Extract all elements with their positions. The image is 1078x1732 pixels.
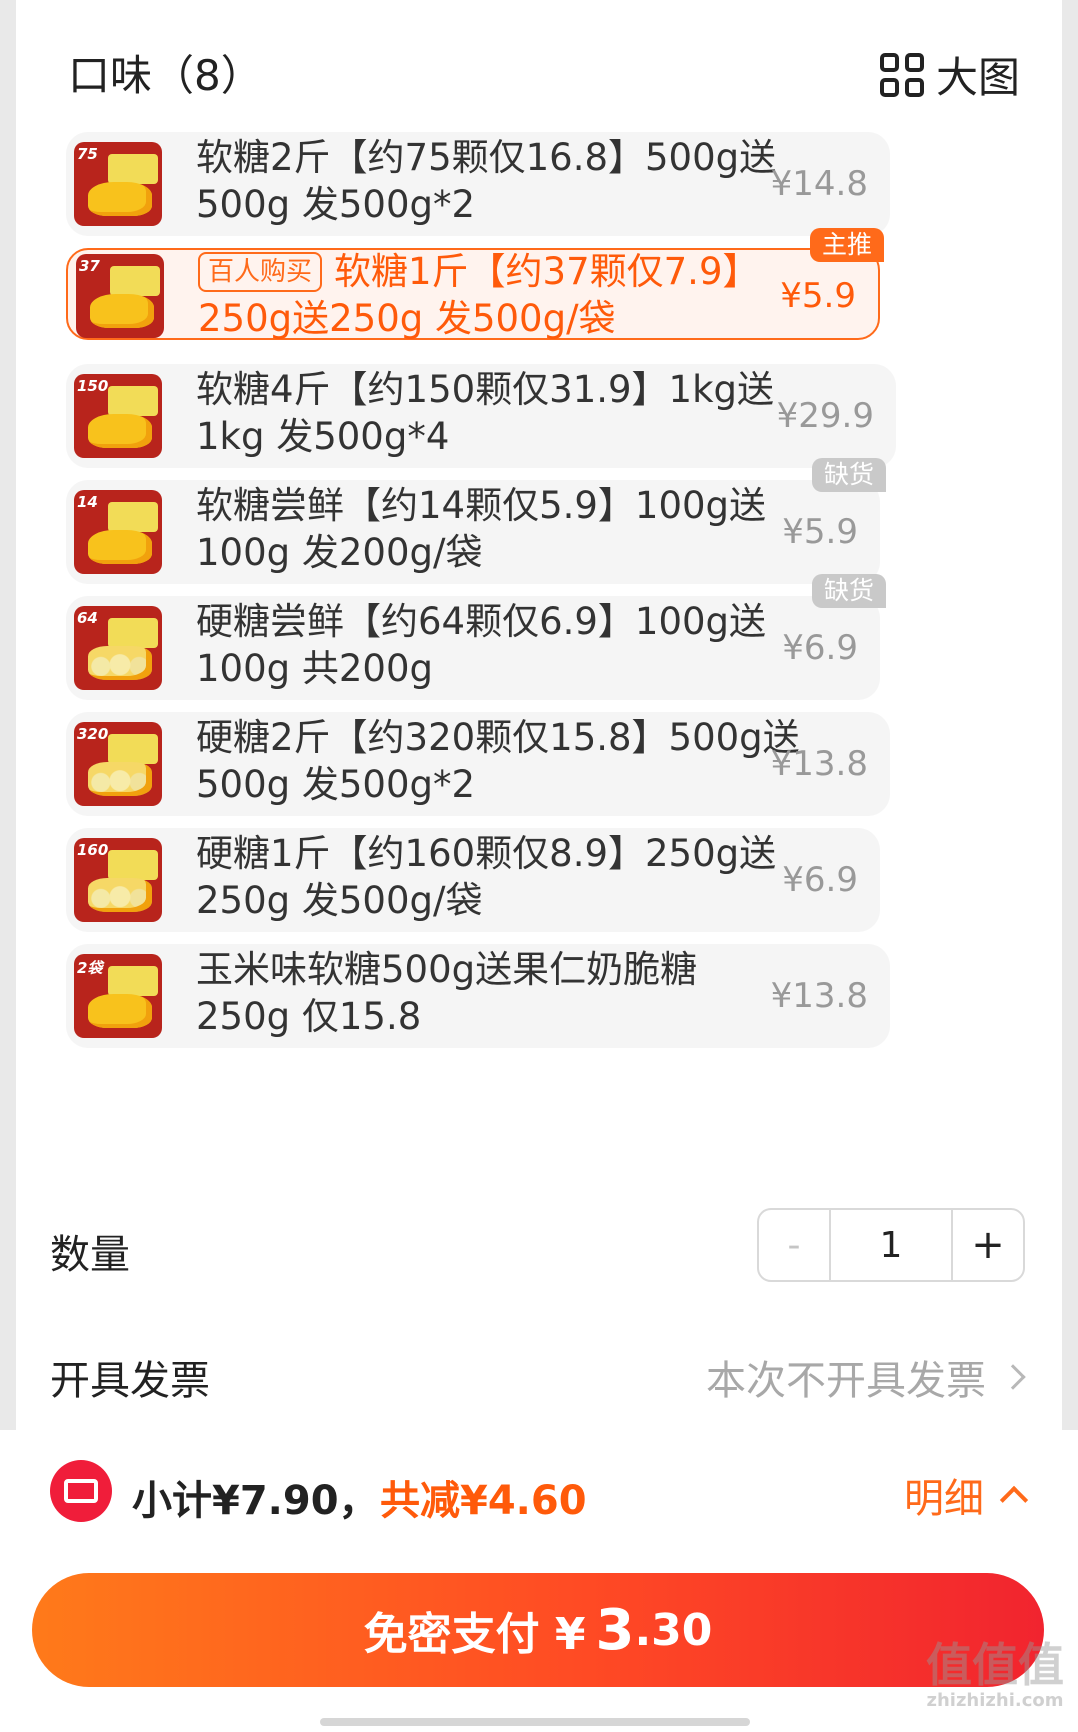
popular-badge: 百人购买 xyxy=(198,252,323,292)
option-label: 软糖4斤【约150颗仅31.9】1kg送 1kg 发500g*4 xyxy=(196,366,796,460)
option-label: 软糖尝鲜【约14颗仅5.9】100g送 100g 发200g/袋 xyxy=(196,482,796,576)
option-label: 硬糖2斤【约320颗仅15.8】500g送 500g 发500g*2 xyxy=(196,714,836,808)
watermark: 值值值 zhizhizhi.com xyxy=(926,1640,1064,1712)
out-of-stock-tag: 缺货 xyxy=(811,458,886,492)
big-image-label: 大图 xyxy=(935,53,1020,102)
option-label: 百人购买 软糖1斤【约37颗仅7.9】 250g送250g 发500g/袋 xyxy=(198,248,798,342)
option-price: ¥29.9 xyxy=(776,396,874,436)
big-image-toggle[interactable]: 大图 xyxy=(879,44,1020,105)
product-thumbnail: 2袋 xyxy=(74,954,162,1038)
option-line-2: 250g 仅15.8 xyxy=(196,995,422,1038)
pay-amount-integer: 3 xyxy=(595,1597,635,1663)
option-price: ¥13.8 xyxy=(770,744,868,784)
flavor-option[interactable]: 160 硬糖1斤【约160颗仅8.9】250g送 250g 发500g/袋 ¥6… xyxy=(66,828,880,932)
option-line-2: 500g 发500g*2 xyxy=(196,763,476,806)
watermark-site: zhizhizhi.com xyxy=(926,1690,1064,1711)
flavor-option-selected[interactable]: 37 百人购买 软糖1斤【约37颗仅7.9】 250g送250g 发500g/袋 … xyxy=(66,228,884,342)
quantity-label: 数量 xyxy=(50,1232,130,1278)
pay-amount-decimal: .30 xyxy=(634,1604,713,1656)
thumb-tag: 14 xyxy=(77,493,98,511)
product-thumbnail: 64 xyxy=(74,606,162,690)
recommended-tag: 主推 xyxy=(809,228,884,262)
option-line-1: 软糖1斤【约37颗仅7.9】 xyxy=(334,250,760,293)
thumb-tag: 320 xyxy=(77,725,109,743)
watermark-text: 值值值 xyxy=(926,1638,1064,1692)
chevron-up-icon xyxy=(999,1485,1029,1515)
option-price: ¥6.9 xyxy=(782,860,858,900)
flavor-option[interactable]: 150 软糖4斤【约150颗仅31.9】1kg送 1kg 发500g*4 ¥29… xyxy=(66,364,896,468)
flavor-option[interactable]: 320 硬糖2斤【约320颗仅15.8】500g送 500g 发500g*2 ¥… xyxy=(66,712,890,816)
out-of-stock-tag: 缺货 xyxy=(811,574,886,608)
option-line-2: 100g 发200g/袋 xyxy=(196,531,483,574)
option-line-1: 软糖2斤【约75颗仅16.8】500g送 xyxy=(196,136,777,179)
price-detail-toggle[interactable]: 明细 xyxy=(904,1466,1029,1524)
flavor-option[interactable]: 2袋 玉米味软糖500g送果仁奶脆糖 250g 仅15.8 ¥13.8 xyxy=(66,944,890,1048)
quantity-value[interactable]: 1 xyxy=(831,1210,953,1280)
flavor-title: 口味（8） xyxy=(68,51,263,100)
increase-button[interactable]: + xyxy=(953,1210,1023,1280)
option-price: ¥14.8 xyxy=(770,164,868,204)
coupon-icon xyxy=(50,1460,112,1522)
option-label: 硬糖尝鲜【约64颗仅6.9】100g送 100g 共200g xyxy=(196,598,796,692)
grid-icon xyxy=(879,52,924,97)
product-thumbnail: 37 xyxy=(76,254,164,338)
thumb-tag: 37 xyxy=(79,257,100,275)
product-thumbnail: 14 xyxy=(74,490,162,574)
option-label: 硬糖1斤【约160颗仅8.9】250g送 250g 发500g/袋 xyxy=(196,830,796,924)
option-line-1: 软糖4斤【约150颗仅31.9】1kg送 xyxy=(196,368,774,411)
product-thumbnail: 75 xyxy=(74,142,162,226)
flavor-option-out-of-stock[interactable]: 64 硬糖尝鲜【约64颗仅6.9】100g送 100g 共200g ¥6.9 缺… xyxy=(66,574,886,700)
option-line-1: 玉米味软糖500g送果仁奶脆糖 xyxy=(196,948,698,991)
pay-label: 免密支付 ¥ xyxy=(363,1609,586,1660)
subtotal-text: 小计¥7.90， xyxy=(132,1478,379,1524)
quantity-stepper: - 1 + xyxy=(757,1208,1025,1282)
thumb-tag: 160 xyxy=(77,841,109,859)
option-line-2: 1kg 发500g*4 xyxy=(196,415,450,458)
checkout-footer: 小计¥7.90， 共减¥4.60 明细 免密支付 ¥ 3 .30 xyxy=(0,1430,1078,1732)
option-line-1: 硬糖尝鲜【约64颗仅6.9】100g送 xyxy=(196,600,767,643)
pay-button[interactable]: 免密支付 ¥ 3 .30 xyxy=(32,1573,1044,1687)
option-line-2: 250g送250g 发500g/袋 xyxy=(198,297,616,340)
home-indicator xyxy=(320,1718,750,1726)
option-label: 软糖2斤【约75颗仅16.8】500g送 500g 发500g*2 xyxy=(196,134,796,228)
option-line-2: 500g 发500g*2 xyxy=(196,183,476,226)
option-price: ¥5.9 xyxy=(780,276,856,316)
invoice-selector[interactable]: 本次不开具发票 xyxy=(706,1348,1026,1406)
flavor-option[interactable]: 75 软糖2斤【约75颗仅16.8】500g送 500g 发500g*2 ¥14… xyxy=(66,132,890,236)
product-thumbnail: 320 xyxy=(74,722,162,806)
detail-label: 明细 xyxy=(904,1476,984,1522)
product-thumbnail: 150 xyxy=(74,374,162,458)
option-line-1: 硬糖2斤【约320颗仅15.8】500g送 xyxy=(196,716,800,759)
option-price: ¥5.9 xyxy=(782,512,858,552)
option-price: ¥13.8 xyxy=(770,976,868,1016)
thumb-tag: 2袋 xyxy=(77,959,103,977)
flavor-option-out-of-stock[interactable]: 14 软糖尝鲜【约14颗仅5.9】100g送 100g 发200g/袋 ¥5.9… xyxy=(66,458,886,584)
product-thumbnail: 160 xyxy=(74,838,162,922)
thumb-tag: 64 xyxy=(77,609,98,627)
option-line-2: 250g 发500g/袋 xyxy=(196,879,483,922)
decrease-button[interactable]: - xyxy=(759,1210,831,1280)
chevron-right-icon xyxy=(1000,1364,1026,1390)
invoice-value: 本次不开具发票 xyxy=(706,1358,986,1404)
option-line-1: 硬糖1斤【约160颗仅8.9】250g送 xyxy=(196,832,777,875)
invoice-label: 开具发票 xyxy=(50,1358,210,1404)
option-line-2: 100g 共200g xyxy=(196,647,433,690)
option-line-1: 软糖尝鲜【约14颗仅5.9】100g送 xyxy=(196,484,767,527)
option-price: ¥6.9 xyxy=(782,628,858,668)
thumb-tag: 75 xyxy=(77,145,98,163)
thumb-tag: 150 xyxy=(77,377,109,395)
discount-text: 共减¥4.60 xyxy=(380,1478,587,1524)
option-label: 玉米味软糖500g送果仁奶脆糖 250g 仅15.8 xyxy=(196,946,796,1040)
